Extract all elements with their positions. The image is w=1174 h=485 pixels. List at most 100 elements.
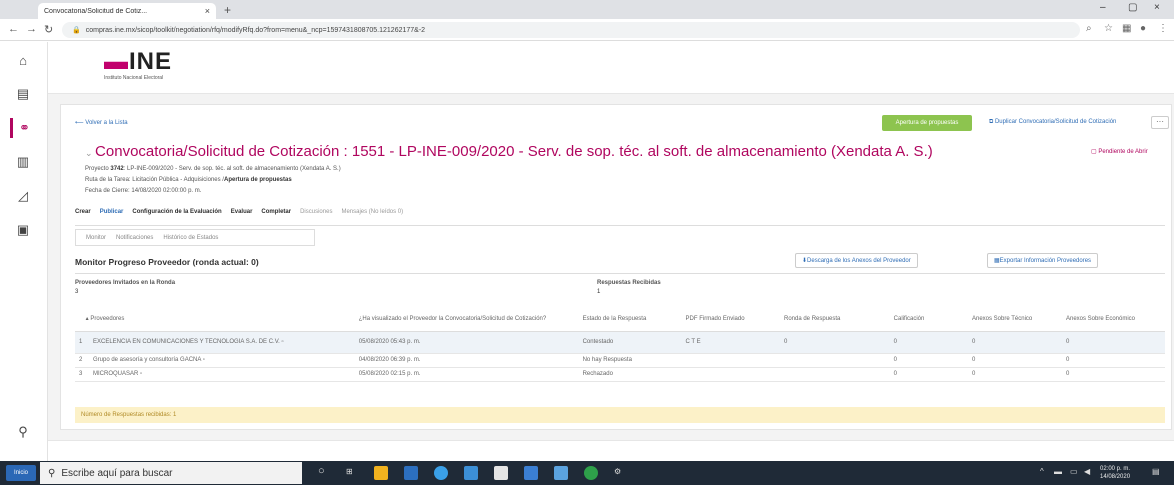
taskbar-search[interactable]: ⚲ Escribe aquí para buscar xyxy=(40,462,302,484)
zoom-icon[interactable]: ⌕ xyxy=(1086,23,1092,34)
reports-icon[interactable]: ◿ xyxy=(10,186,36,206)
section-title: Monitor Progreso Proveedor (ronda actual… xyxy=(75,257,259,267)
extensions-icon[interactable]: ▦ xyxy=(1122,23,1131,34)
tab-completar[interactable]: Completar xyxy=(261,209,291,225)
battery-icon[interactable]: ▭ xyxy=(1070,467,1078,476)
row-number: 1 xyxy=(79,338,83,345)
home-icon[interactable]: ⌂ xyxy=(10,50,36,70)
photos-icon[interactable] xyxy=(554,466,568,480)
col-calificacion: Calificación xyxy=(889,309,968,332)
close-tab-icon[interactable]: × xyxy=(205,6,210,16)
edge-icon[interactable] xyxy=(434,466,448,480)
new-tab-icon[interactable]: + xyxy=(224,3,231,17)
supplier-cell: 3 MICROQUASAR ▫ xyxy=(75,367,355,382)
notifications-icon[interactable]: ▤ xyxy=(1152,467,1160,476)
info-icon[interactable]: ▫ xyxy=(140,371,142,377)
collapse-icon[interactable]: ⌄ xyxy=(85,148,95,158)
col-ronda: Ronda de Respuesta xyxy=(780,309,890,332)
subtab-historico[interactable]: Histórico de Estados xyxy=(163,235,218,241)
viewed-cell: 05/08/2020 02:15 p. m. xyxy=(354,367,579,382)
tab-evaluar[interactable]: Evaluar xyxy=(231,209,253,225)
negotiations-icon[interactable]: ⚭ xyxy=(10,118,36,138)
status-cell: No hay Respuesta xyxy=(578,353,682,368)
outlook-icon[interactable] xyxy=(404,466,418,480)
start-button[interactable]: Inicio xyxy=(6,465,36,481)
clock-date: 14/08/2020 xyxy=(1100,474,1131,480)
maximize-icon[interactable]: ▢ xyxy=(1128,2,1137,13)
url-bar[interactable]: 🔒 compras.ine.mx/sicop/toolkit/negotiati… xyxy=(62,22,1080,38)
download-annexes-button[interactable]: ⬇ Descarga de los Anexos del Proveedor xyxy=(795,253,918,268)
supplier-cell: 1 EXCELENCIA EN COMUNICACIONES Y TECNOLOG… xyxy=(75,331,355,354)
app-icon[interactable] xyxy=(464,466,478,480)
export-button[interactable]: ▦ Exportar Información Proveedores xyxy=(987,253,1099,268)
table-row[interactable]: 1 EXCELENCIA EN COMUNICACIONES Y TECNOLOG… xyxy=(75,331,1165,354)
col-proveedores[interactable]: ▴ Proveedores xyxy=(75,309,355,332)
col-anexos-tecnico: Anexos Sobre Técnico xyxy=(967,309,1062,332)
viewed-cell: 05/08/2020 05:43 p. m. xyxy=(354,331,579,354)
inbox-icon[interactable]: ▤ xyxy=(10,84,36,104)
info-icon[interactable]: ▫ xyxy=(203,357,205,363)
chrome-icon[interactable] xyxy=(584,466,598,480)
col-estado: Estado de la Respuesta xyxy=(578,309,682,332)
logo-subtitle: Instituto Nacional Electoral xyxy=(104,75,164,81)
page-title: ⌄ Convocatoria/Solicitud de Cotización :… xyxy=(85,143,933,160)
logo-text: INE xyxy=(129,48,173,75)
tab-mensajes[interactable]: Mensajes (No leídos 0) xyxy=(341,209,403,225)
app-extra-icon[interactable]: ⚙ xyxy=(614,467,621,476)
bookmark-star-icon[interactable]: ☆ xyxy=(1104,23,1113,34)
reload-icon[interactable]: ↻ xyxy=(44,23,53,36)
duplicate-button[interactable]: ⧉ Duplicar Convocatoria/Solicitud de Cot… xyxy=(989,119,1116,126)
tab-publicar[interactable]: Publicar xyxy=(100,209,124,225)
tray-arrow-icon[interactable]: ^ xyxy=(1040,467,1044,476)
back-to-list-link[interactable]: ⟵ Volver a la Lista xyxy=(75,119,128,126)
tab-discusiones[interactable]: Discusiones xyxy=(300,209,332,225)
supplier-name[interactable]: MICROQUASAR xyxy=(93,371,138,377)
subtab-notificaciones[interactable]: Notificaciones xyxy=(116,235,153,241)
content-area: ⟵ Volver a la Lista Apertura de propuest… xyxy=(48,94,1174,440)
proyecto-number: 3742 xyxy=(110,166,124,172)
menu-dots-icon[interactable]: ⋮ xyxy=(1158,23,1168,34)
section-divider xyxy=(75,273,1165,274)
recibidas-value: 1 xyxy=(597,289,601,295)
documents-icon[interactable]: ▣ xyxy=(10,220,36,240)
volume-icon[interactable]: ◀ xyxy=(1084,467,1090,476)
network-icon[interactable]: ▬ xyxy=(1054,467,1062,476)
apertura-propuestas-button[interactable]: Apertura de propuestas xyxy=(882,115,972,131)
profile-icon[interactable]: ● xyxy=(1140,23,1146,34)
viewed-cell: 04/08/2020 06:39 p. m. xyxy=(354,353,579,368)
taskbar-clock[interactable]: 02:00 p. m. 14/08/2020 xyxy=(1100,465,1130,481)
subtab-monitor[interactable]: Monitor xyxy=(86,235,106,241)
table-row[interactable]: 2 Grupo de asesoría y consultoría GACNA ▫… xyxy=(75,353,1165,368)
supplier-cell: 2 Grupo de asesoría y consultoría GACNA ▫ xyxy=(75,353,355,368)
file-explorer-icon[interactable] xyxy=(374,466,388,480)
back-icon[interactable]: ← xyxy=(8,23,19,35)
close-window-icon[interactable]: × xyxy=(1154,2,1160,13)
store-icon[interactable] xyxy=(494,466,508,480)
invitados-label: Proveedores Invitados en la Ronda xyxy=(75,280,176,286)
cortana-icon[interactable]: ○ xyxy=(318,465,325,477)
taskbar-search-placeholder: Escribe aquí para buscar xyxy=(61,467,173,479)
search-icon[interactable]: ⚲ xyxy=(10,422,36,442)
responses-note: Número de Respuestas recibidas: 1 xyxy=(75,407,1165,423)
duplicate-icon: ⧉ xyxy=(989,119,994,125)
tab-configuracion[interactable]: Configuración de la Evaluación xyxy=(132,209,221,225)
status-text: Pendiente de Abrir xyxy=(1098,149,1148,155)
pdf-cell[interactable]: C T E xyxy=(681,331,780,354)
negotiation-card: ⟵ Volver a la Lista Apertura de propuest… xyxy=(60,104,1172,430)
info-icon[interactable]: ▫ xyxy=(282,339,284,345)
supplier-name[interactable]: Grupo de asesoría y consultoría GACNA xyxy=(93,357,201,363)
table-row[interactable]: 3 MICROQUASAR ▫ 05/08/2020 02:15 p. m. Re… xyxy=(75,367,1165,382)
task-view-icon[interactable]: ⊞ xyxy=(346,467,353,476)
catalog-icon[interactable]: ▥ xyxy=(10,152,36,172)
more-actions-button[interactable]: ··· xyxy=(1151,116,1169,129)
supplier-name[interactable]: EXCELENCIA EN COMUNICACIONES Y TECNOLOGI… xyxy=(93,339,280,345)
score-cell: 0 xyxy=(889,367,968,382)
tab-crear[interactable]: Crear xyxy=(75,209,91,225)
browser-tab[interactable]: Convocatoria/Solicitud de Cotiz... × xyxy=(38,3,216,19)
forward-icon[interactable]: → xyxy=(26,23,37,35)
minimize-icon[interactable]: – xyxy=(1100,2,1106,13)
mail-icon[interactable] xyxy=(524,466,538,480)
tabs-divider xyxy=(75,225,1165,226)
col-anexos-economico: Anexos Sobre Económico xyxy=(1061,309,1165,332)
pdf-cell xyxy=(681,353,780,368)
